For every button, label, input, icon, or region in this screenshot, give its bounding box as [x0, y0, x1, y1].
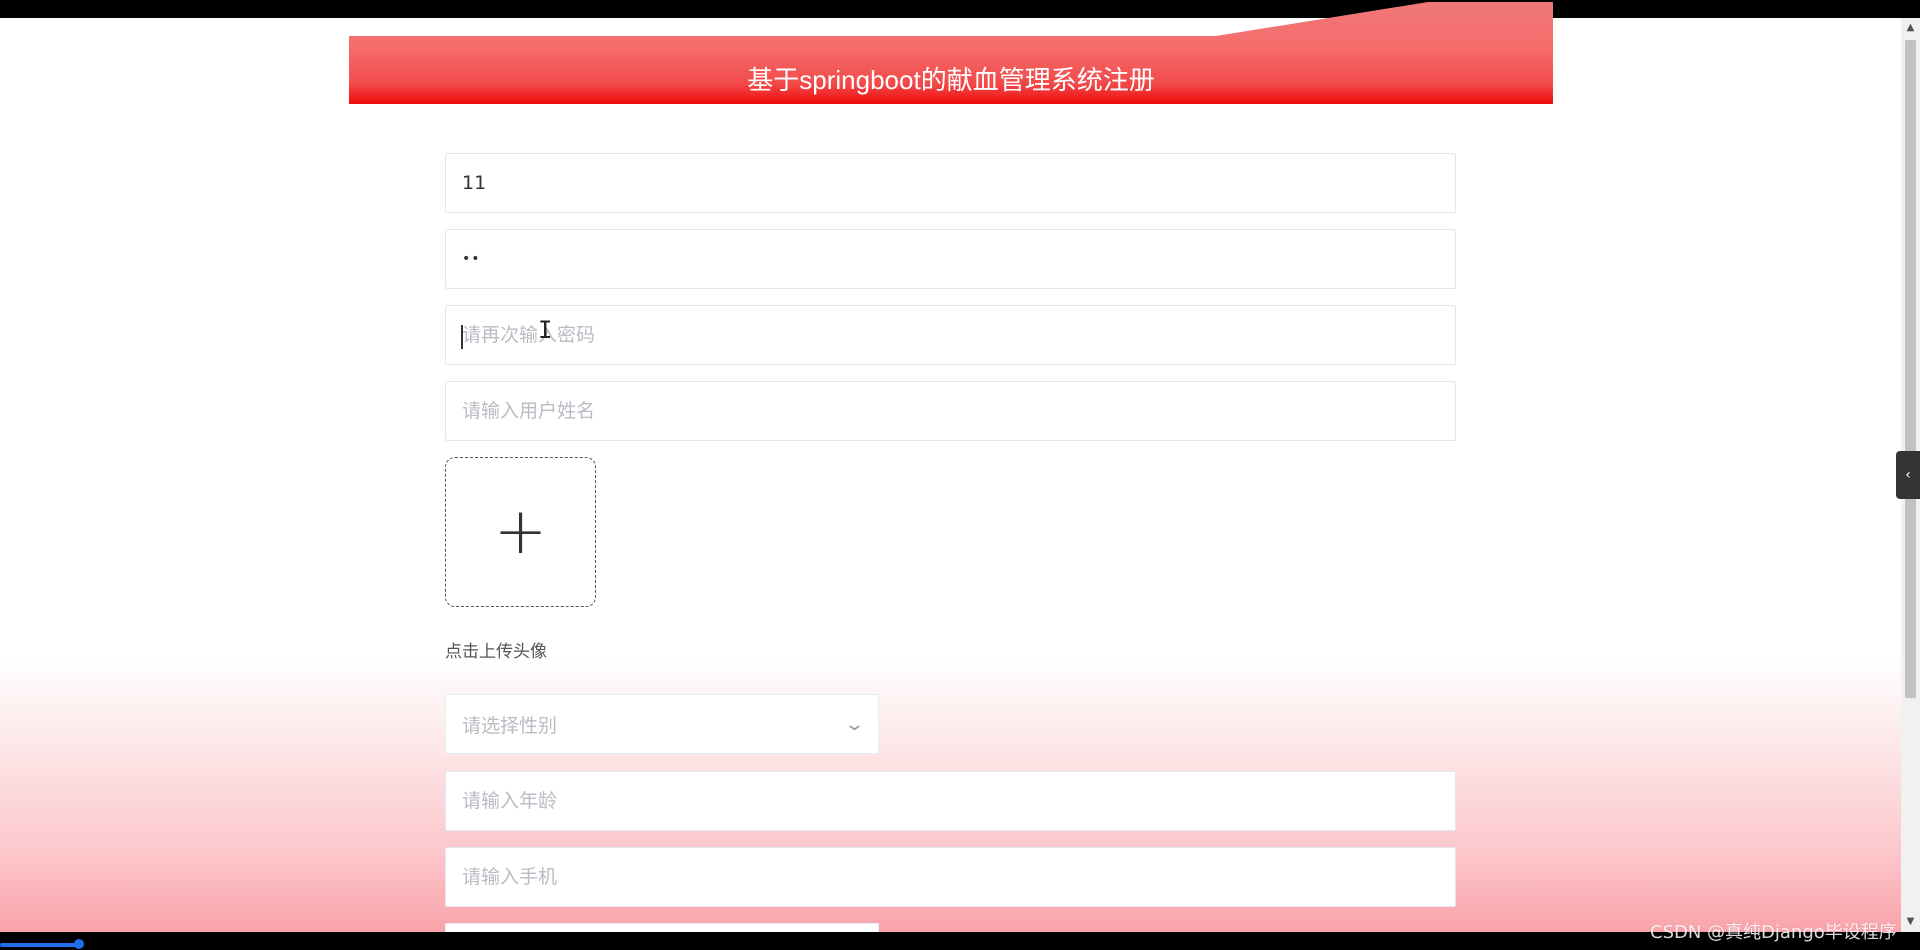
phone-input[interactable]: [462, 866, 1455, 888]
chevron-left-icon: ‹: [1905, 467, 1911, 483]
confirm-password-field[interactable]: [445, 305, 1456, 365]
age-field[interactable]: [445, 771, 1456, 831]
video-progress-bar[interactable]: [0, 943, 80, 947]
gender-select-placeholder: 请选择性别: [462, 714, 558, 737]
password-input[interactable]: ••: [462, 251, 481, 267]
phone-field[interactable]: [445, 847, 1456, 907]
age-input[interactable]: [462, 790, 1455, 812]
text-caret: [461, 325, 463, 349]
video-progress-handle[interactable]: [74, 939, 84, 949]
browser-top-bar: [0, 0, 1920, 18]
name-input[interactable]: [462, 400, 1455, 422]
account-field[interactable]: [445, 153, 1456, 213]
scrollbar-thumb[interactable]: [1905, 40, 1916, 698]
browser-bottom-bar: [0, 932, 1920, 950]
confirm-password-input[interactable]: [462, 324, 1455, 346]
avatar-upload-button[interactable]: +: [445, 457, 596, 607]
watermark: CSDN @真纯Django毕设程序: [1650, 922, 1897, 943]
account-input[interactable]: [462, 172, 1455, 194]
text-cursor-icon: I: [538, 316, 553, 344]
page-title: 基于springboot的献血管理系统注册: [747, 64, 1155, 95]
scroll-up-icon[interactable]: ▲: [1901, 20, 1920, 36]
side-panel-toggle[interactable]: ‹: [1896, 451, 1920, 499]
avatar-upload-label: 点击上传头像: [445, 642, 547, 662]
plus-icon: +: [493, 495, 548, 569]
gender-select[interactable]: 请选择性别 ⌄: [445, 694, 879, 754]
scroll-down-icon[interactable]: ▼: [1901, 914, 1920, 930]
name-field[interactable]: [445, 381, 1456, 441]
chevron-down-icon: ⌄: [843, 713, 866, 735]
password-field[interactable]: ••: [445, 229, 1456, 289]
